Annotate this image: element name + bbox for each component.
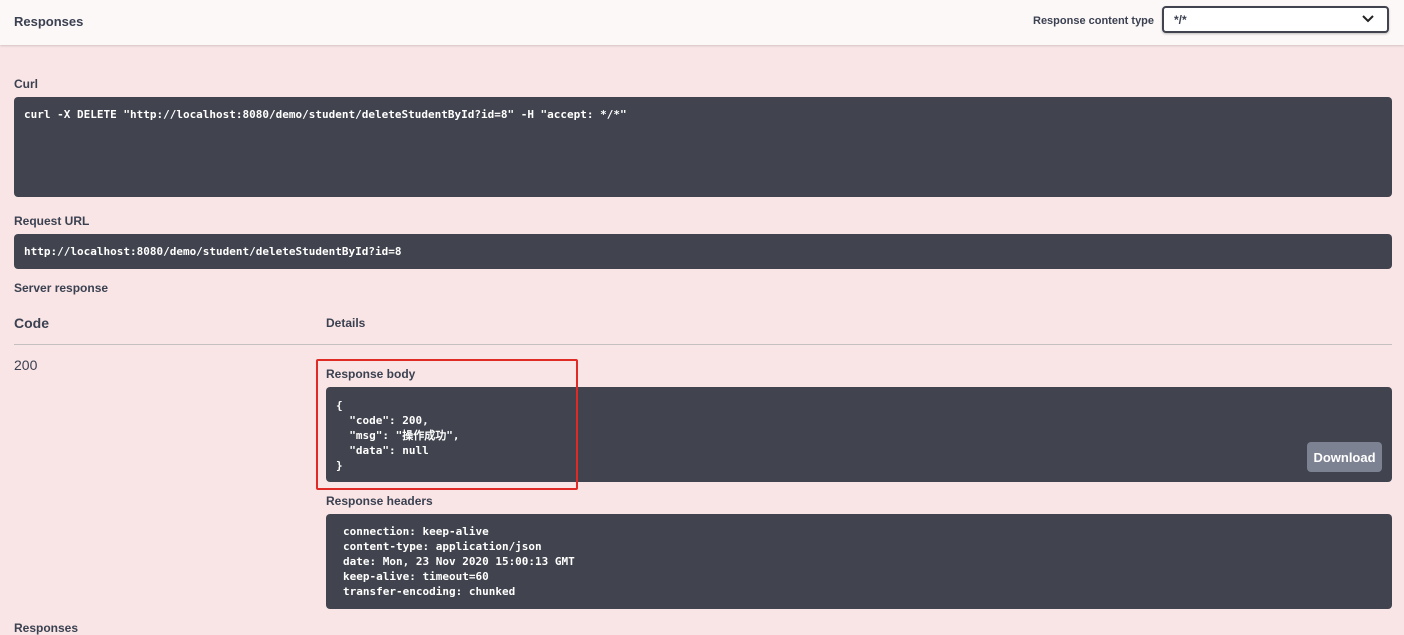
request-url-value: http://localhost:8080/demo/student/delet… [24, 245, 402, 258]
response-body-label: Response body [326, 367, 416, 381]
response-body-block[interactable]: { "code": 200, "msg": "操作成功", "data": nu… [326, 387, 1392, 482]
chevron-down-icon [1362, 15, 1374, 23]
code-column-header: Code [14, 315, 49, 331]
response-status-code: 200 [14, 357, 38, 373]
curl-label: Curl [14, 77, 38, 91]
responses-title: Responses [14, 14, 84, 29]
server-response-label: Server response [14, 281, 109, 295]
content-type-label: Response content type [1033, 15, 1155, 27]
responses-header: Responses Response content type */* [0, 0, 1404, 45]
response-headers: connection: keep-alive content-type: app… [343, 525, 575, 598]
responses-footer-label: Responses [14, 621, 79, 635]
response-body: { "code": 200, "msg": "操作成功", "data": nu… [336, 399, 460, 472]
request-url-block[interactable]: http://localhost:8080/demo/student/delet… [14, 234, 1392, 269]
details-column-header: Details [326, 316, 366, 330]
response-headers-block[interactable]: connection: keep-alive content-type: app… [326, 514, 1392, 609]
curl-command: curl -X DELETE "http://localhost:8080/de… [24, 108, 627, 121]
curl-command-block[interactable]: curl -X DELETE "http://localhost:8080/de… [14, 97, 1392, 197]
response-headers-label: Response headers [326, 494, 433, 508]
table-divider [14, 344, 1392, 345]
download-button[interactable]: Download [1307, 442, 1382, 472]
content-type-value: */* [1174, 13, 1187, 27]
content-type-select[interactable]: */* [1162, 6, 1389, 33]
request-url-label: Request URL [14, 214, 90, 228]
